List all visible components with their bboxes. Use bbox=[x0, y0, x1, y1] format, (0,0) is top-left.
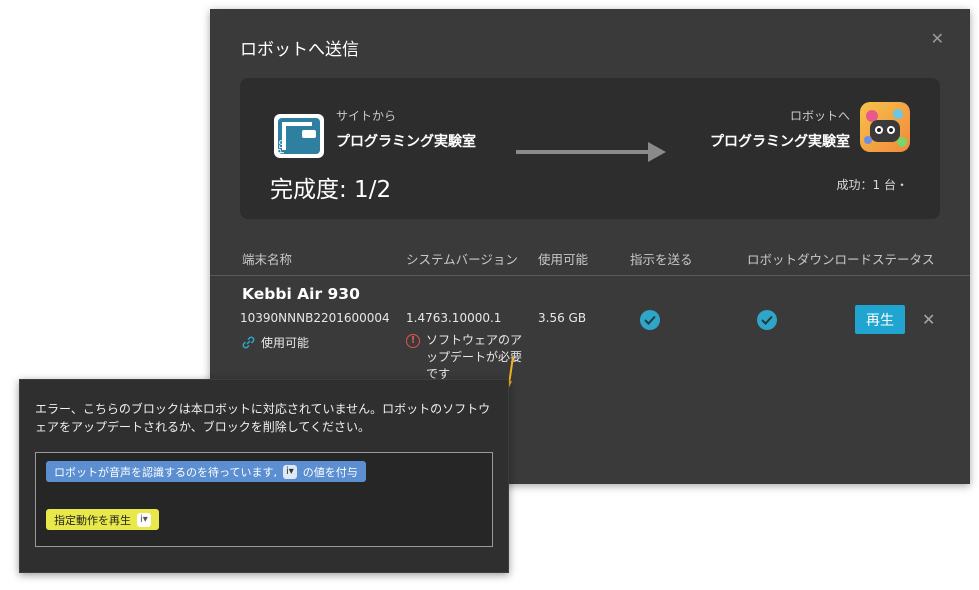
device-status: 使用可能 bbox=[242, 334, 309, 351]
header-download-status: ロボットダウンロードステータス bbox=[747, 252, 935, 267]
source-name: プログラミング実験室 bbox=[336, 134, 476, 150]
error-tooltip: エラー、こちらのブロックは本ロボットに対応されていません。ロボットのソフトウェア… bbox=[19, 379, 509, 573]
pro-logo: Pro bbox=[274, 114, 324, 158]
block-play-action: 指定動作を再生 i▾ bbox=[46, 509, 159, 530]
header-system-version: システムバージョン bbox=[406, 252, 518, 267]
destination-label: ロボットへ bbox=[789, 109, 850, 123]
block-wait-voice-label: ロボットが音声を認識するのを待っています, bbox=[54, 465, 277, 479]
block-preview: ロボットが音声を認識するのを待っています, i▾ の値を付与 指定動作を再生 i… bbox=[35, 452, 493, 547]
close-icon[interactable]: ✕ bbox=[931, 29, 944, 48]
update-warning-text: ソフトウェアのアップデートが必要です bbox=[426, 333, 523, 381]
system-version: 1.4763.10000.1 bbox=[406, 311, 502, 325]
transfer-summary: Pro サイトから プログラミング実験室 完成度: 1/2 ロボットへ プログラ… bbox=[240, 78, 940, 219]
header-device-name: 端末名称 bbox=[242, 252, 293, 267]
source-label: サイトから bbox=[336, 109, 397, 123]
block-wait-voice: ロボットが音声を認識するのを待っています, i▾ の値を付与 bbox=[46, 461, 366, 482]
block-wait-voice-suffix: の値を付与 bbox=[302, 465, 358, 479]
header-available: 使用可能 bbox=[538, 252, 589, 267]
warning-icon: ! bbox=[406, 334, 420, 348]
block-slot[interactable]: i▾ bbox=[137, 512, 151, 527]
link-icon bbox=[242, 336, 255, 349]
table-divider bbox=[210, 275, 970, 276]
arrow-right-icon bbox=[516, 142, 666, 162]
play-button[interactable]: 再生 bbox=[855, 305, 905, 334]
device-serial: 10390NNNB2201600004 bbox=[240, 311, 390, 325]
check-icon bbox=[757, 310, 777, 330]
check-icon bbox=[640, 310, 660, 330]
destination-name: プログラミング実験室 bbox=[710, 134, 850, 150]
robot-app-icon bbox=[860, 102, 910, 152]
device-name: Kebbi Air 930 bbox=[242, 285, 360, 303]
progress-text: 完成度: 1/2 bbox=[270, 177, 392, 203]
update-warning: ! ソフトウェアのアップデートが必要です bbox=[406, 332, 526, 382]
close-icon[interactable]: ✕ bbox=[922, 310, 935, 329]
block-play-action-label: 指定動作を再生 bbox=[54, 513, 131, 527]
error-message: エラー、こちらのブロックは本ロボットに対応されていません。ロボットのソフトウェア… bbox=[35, 402, 491, 434]
device-status-label: 使用可能 bbox=[261, 336, 310, 350]
svg-text:Pro: Pro bbox=[277, 139, 287, 154]
header-send-instruction: 指示を送る bbox=[630, 252, 693, 267]
success-count: 成功：1 台・ bbox=[836, 178, 908, 192]
dialog-title: ロボットへ送信 bbox=[240, 40, 359, 60]
storage-available: 3.56 GB bbox=[538, 311, 587, 325]
block-slot[interactable]: i▾ bbox=[282, 464, 297, 479]
